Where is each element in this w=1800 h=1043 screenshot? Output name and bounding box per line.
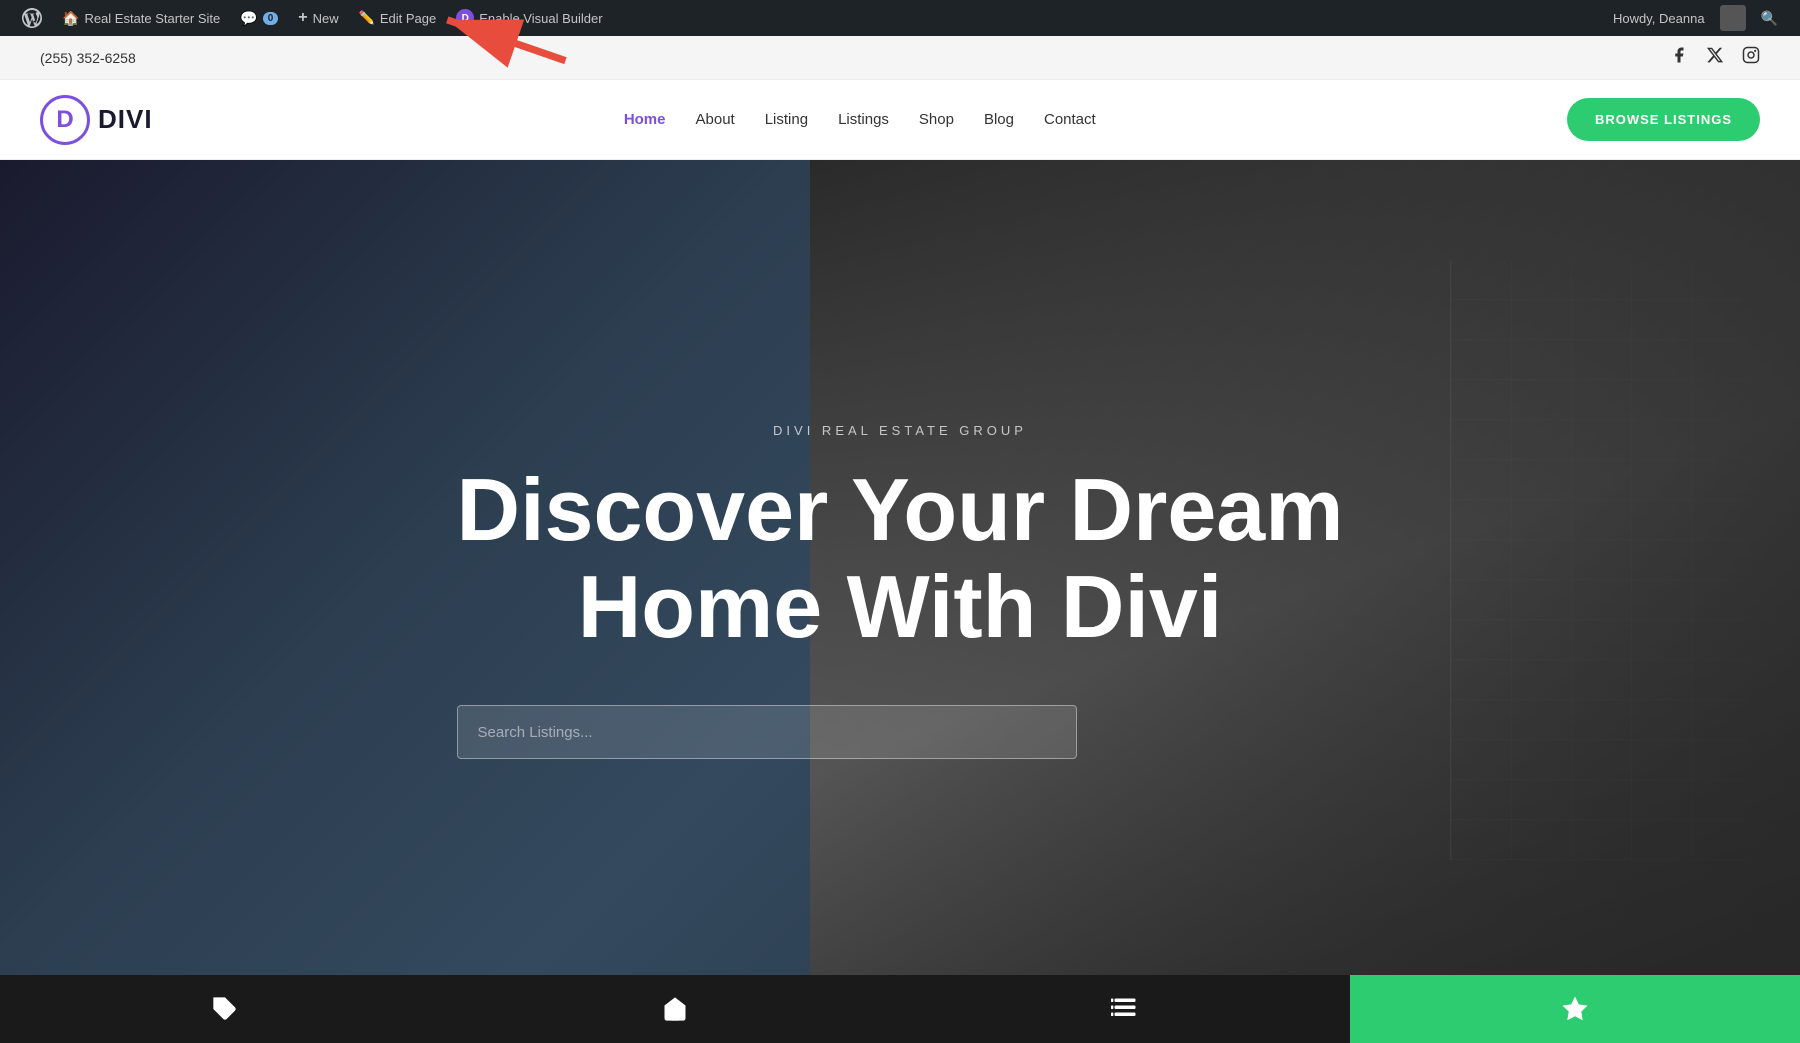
new-button[interactable]: + New [288,0,348,36]
new-label: New [313,11,339,26]
site-topbar: (255) 352-6258 [0,36,1800,80]
phone-number: (255) 352-6258 [40,50,136,66]
comment-icon: 💬 [240,10,257,27]
edit-page-label: Edit Page [380,11,436,26]
facebook-link[interactable] [1670,46,1688,69]
plus-icon: + [298,9,307,27]
comment-count: 0 [263,12,279,25]
site-logo[interactable]: D DIVI [40,95,153,145]
nav-item-about[interactable]: About [696,111,735,128]
instagram-link[interactable] [1742,46,1760,69]
bottom-bar-featured[interactable] [1350,975,1800,1043]
hero-subtitle: DIVI REAL ESTATE GROUP [457,423,1344,438]
main-nav: Home About Listing Listings Shop Blog Co… [624,111,1096,128]
logo-letter: D [56,106,73,134]
wp-logo[interactable] [12,0,52,36]
nav-item-listing[interactable]: Listing [765,111,808,128]
nav-item-listings[interactable]: Listings [838,111,889,128]
comments-link[interactable]: 💬 0 [230,0,288,36]
divi-icon: D [456,9,474,27]
hero-content: DIVI REAL ESTATE GROUP Discover Your Dre… [457,423,1344,760]
social-links [1670,46,1760,69]
star-icon [1560,994,1590,1024]
nav-item-blog[interactable]: Blog [984,111,1014,128]
howdy-text: Howdy, Deanna [1603,11,1715,26]
search-input[interactable] [478,724,1056,741]
site-name[interactable]: 🏠 Real Estate Starter Site [52,0,230,36]
bottom-bar-listings[interactable] [900,975,1350,1043]
site-nav: D DIVI Home About Listing Listings Shop … [0,80,1800,160]
bottom-bar-home[interactable] [450,975,900,1043]
home-icon [661,995,689,1023]
home-icon: 🏠 [62,10,79,27]
bottom-bar-tag[interactable] [0,975,450,1043]
hero-title: Discover Your DreamHome With Divi [457,462,1344,656]
admin-bar: 🏠 Real Estate Starter Site 💬 0 + New ✏️ … [0,0,1800,36]
logo-text: DIVI [98,104,153,135]
user-avatar[interactable] [1720,5,1746,31]
hero-section: DIVI REAL ESTATE GROUP Discover Your Dre… [0,160,1800,1022]
edit-page-button[interactable]: ✏️ Edit Page [349,0,447,36]
pencil-icon: ✏️ [359,10,375,26]
admin-bar-right: Howdy, Deanna 🔍 [1603,5,1788,31]
list-icon [1111,995,1139,1023]
hero-search-box[interactable] [457,705,1077,759]
nav-item-contact[interactable]: Contact [1044,111,1096,128]
admin-search-button[interactable]: 🔍 [1751,10,1788,27]
nav-item-shop[interactable]: Shop [919,111,954,128]
site-name-label: Real Estate Starter Site [84,11,220,26]
nav-item-home[interactable]: Home [624,111,666,128]
browse-listings-button[interactable]: BROWSE LISTINGS [1567,98,1760,141]
logo-circle: D [40,95,90,145]
enable-builder-label: Enable Visual Builder [479,11,602,26]
bottom-bar [0,975,1800,1043]
enable-visual-builder-button[interactable]: D Enable Visual Builder [446,0,612,36]
twitter-link[interactable] [1706,46,1724,69]
tag-icon [211,995,239,1023]
